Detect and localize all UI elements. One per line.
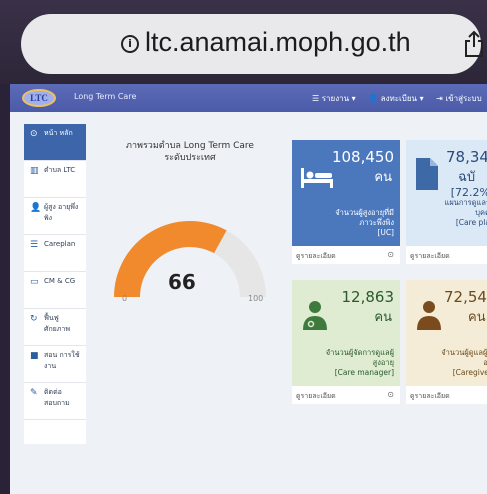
card-desc-line: สูงอายุ bbox=[372, 358, 394, 367]
gauge-min-label: 0 bbox=[122, 294, 128, 303]
home-icon: ⊙ bbox=[30, 129, 38, 139]
card-description: [72.2% แผนการดูแลร บุคค [Care pla bbox=[412, 186, 487, 228]
share-icon[interactable] bbox=[463, 30, 485, 58]
card-desc-line: บุคค bbox=[475, 208, 487, 217]
card-desc-line: [Care pla bbox=[455, 218, 487, 227]
sidebar-item-home[interactable]: ⊙ หน้า หลัก bbox=[24, 124, 86, 161]
sidebar-item-label: ฟื้นฟู ศักยภาพ bbox=[44, 314, 70, 333]
arrow-circle-icon: ⊙ bbox=[387, 390, 394, 399]
bar-chart-icon: ▥ bbox=[30, 166, 39, 176]
address-bar[interactable]: i ltc.anamai.moph.go.th bbox=[21, 14, 483, 74]
brand-title: Long Term Care bbox=[74, 92, 137, 101]
edit-icon: ✎ bbox=[30, 388, 38, 398]
card-desc-line: แผนการดูแลร bbox=[444, 198, 487, 207]
card-description: จำนวนผู้ดูแลผู้สู อา [Caregiver bbox=[412, 348, 487, 378]
sidebar-item-contact[interactable]: ✎ ติดต่อ สอบถาม bbox=[24, 383, 86, 420]
card-number: 72,542 bbox=[444, 288, 487, 306]
stat-card-care-manager: 12,863 คน จำนวนผู้จัดการดูแลผู้ สูงอายุ … bbox=[292, 280, 400, 404]
browser-chrome: i ltc.anamai.moph.go.th bbox=[0, 0, 487, 84]
sidebar-item-careplan[interactable]: ☰ Careplan bbox=[24, 235, 86, 272]
card-desc-line: [72.2% bbox=[450, 186, 487, 199]
card-desc-line: จำนวนผู้จัดการดูแลผู้ bbox=[325, 348, 394, 357]
sidebar-item-label: หน้า หลัก bbox=[44, 129, 73, 137]
card-details-link[interactable]: ดูรายละเอียด bbox=[406, 386, 487, 404]
document-icon bbox=[416, 158, 438, 190]
bed-icon bbox=[301, 168, 333, 188]
gauge-title-line2: ระดับประเทศ bbox=[164, 153, 216, 163]
sidebar: ⊙ หน้า หลัก ▥ ตำบล LTC 👤 ผู้สูง อายุพึ่ง… bbox=[24, 124, 86, 444]
card-unit: คน bbox=[374, 310, 392, 325]
nav-login[interactable]: ⇥ เข้าสู่ระบบ bbox=[436, 94, 482, 103]
card-unit: คน bbox=[374, 170, 392, 185]
stat-card-careplan: 78,34 ฉบั [72.2% แผนการดูแลร บุคค [Care … bbox=[406, 140, 487, 264]
card-footer-label: ดูรายละเอียด bbox=[296, 252, 336, 260]
card-panel: 12,863 คน จำนวนผู้จัดการดูแลผู้ สูงอายุ … bbox=[292, 280, 400, 386]
card-desc-line: [Caregiver bbox=[452, 368, 487, 377]
gauge-max-label: 100 bbox=[248, 294, 264, 303]
card-description: จำนวนผู้จัดการดูแลผู้ สูงอายุ [Care mana… bbox=[304, 348, 394, 378]
card-unit: ฉบั bbox=[458, 170, 476, 185]
card-panel: 78,34 ฉบั [72.2% แผนการดูแลร บุคค [Care … bbox=[406, 140, 487, 246]
card-footer-label: ดูรายละเอียด bbox=[410, 392, 450, 400]
nav-register[interactable]: 👤 ลงทะเบียน ▾ bbox=[368, 94, 423, 103]
top-navbar: LTC Long Term Care ☰ รายงาน ▾ 👤 ลงทะเบีย… bbox=[10, 84, 487, 112]
nav-menu: ☰ รายงาน ▾ 👤 ลงทะเบียน ▾ ⇥ เข้าสู่ระบบ bbox=[312, 92, 487, 105]
card-panel: 72,542 คน จำนวนผู้ดูแลผู้สู อา [Caregive… bbox=[406, 280, 487, 386]
doctor-icon bbox=[303, 301, 327, 330]
card-unit: คน bbox=[468, 310, 486, 325]
card-desc-line: ภาวะพึ่งพิง bbox=[359, 218, 394, 227]
nav-report[interactable]: ☰ รายงาน ▾ bbox=[312, 94, 356, 103]
folder-icon: ▭ bbox=[30, 277, 39, 287]
arrow-circle-icon: ⊙ bbox=[387, 250, 394, 259]
sidebar-item-tutorial[interactable]: ■ สอน การใช้งาน bbox=[24, 346, 86, 383]
list-icon: ☰ bbox=[30, 240, 39, 250]
sidebar-item-rehab[interactable]: ↻ ฟื้นฟู ศักยภาพ bbox=[24, 309, 86, 346]
card-details-link[interactable]: ดูรายละเอียด ⊙ bbox=[292, 386, 400, 404]
refresh-icon: ↻ bbox=[30, 314, 38, 324]
sidebar-item-label: Careplan bbox=[44, 240, 76, 248]
stat-card-dependent-elderly: 108,450 คน จำนวนผู้สูงอายุที่มี ภาวะพึ่ง… bbox=[292, 140, 400, 264]
sidebar-item-ltc[interactable]: ▥ ตำบล LTC bbox=[24, 161, 86, 198]
sidebar-item-elderly[interactable]: 👤 ผู้สูง อายุพึ่งพิง bbox=[24, 198, 86, 235]
gauge-title: ภาพรวมตำบล Long Term Care ระดับประเทศ bbox=[110, 140, 270, 164]
card-number: 12,863 bbox=[341, 288, 395, 306]
card-number: 78,34 bbox=[446, 148, 487, 166]
stat-card-caregiver: 72,542 คน จำนวนผู้ดูแลผู้สู อา [Caregive… bbox=[406, 280, 487, 404]
gauge-value: 66 bbox=[168, 270, 196, 294]
card-number: 108,450 bbox=[331, 148, 394, 166]
site-logo[interactable]: LTC bbox=[22, 89, 56, 107]
card-desc-line: [Care manager] bbox=[334, 368, 394, 377]
card-desc-line: จำนวนผู้สูงอายุที่มี bbox=[335, 208, 394, 217]
card-footer-label: ดูรายละเอียด bbox=[410, 252, 450, 260]
card-desc-line: อา bbox=[483, 358, 487, 367]
card-details-link[interactable]: ดูรายละเอียด ⊙ bbox=[292, 246, 400, 264]
gauge-title-line1: ภาพรวมตำบล Long Term Care bbox=[126, 141, 254, 151]
info-icon[interactable]: i bbox=[121, 35, 139, 53]
sidebar-item-cm-cg[interactable]: ▭ CM & CG bbox=[24, 272, 86, 309]
card-panel: 108,450 คน จำนวนผู้สูงอายุที่มี ภาวะพึ่ง… bbox=[292, 140, 400, 246]
user-icon: 👤 bbox=[30, 203, 42, 213]
card-description: จำนวนผู้สูงอายุที่มี ภาวะพึ่งพิง [UC] bbox=[304, 208, 394, 238]
sidebar-item-label: ติดต่อ สอบถาม bbox=[44, 388, 70, 407]
url-text[interactable]: ltc.anamai.moph.go.th bbox=[145, 27, 411, 58]
user-icon bbox=[417, 301, 441, 330]
card-footer-label: ดูรายละเอียด bbox=[296, 392, 336, 400]
card-details-link[interactable]: ดูรายละเอียด bbox=[406, 246, 487, 264]
card-desc-line: [UC] bbox=[377, 228, 394, 237]
card-desc-line: จำนวนผู้ดูแลผู้สู bbox=[441, 348, 487, 357]
web-page: LTC Long Term Care ☰ รายงาน ▾ 👤 ลงทะเบีย… bbox=[10, 84, 487, 494]
video-icon: ■ bbox=[30, 351, 39, 361]
